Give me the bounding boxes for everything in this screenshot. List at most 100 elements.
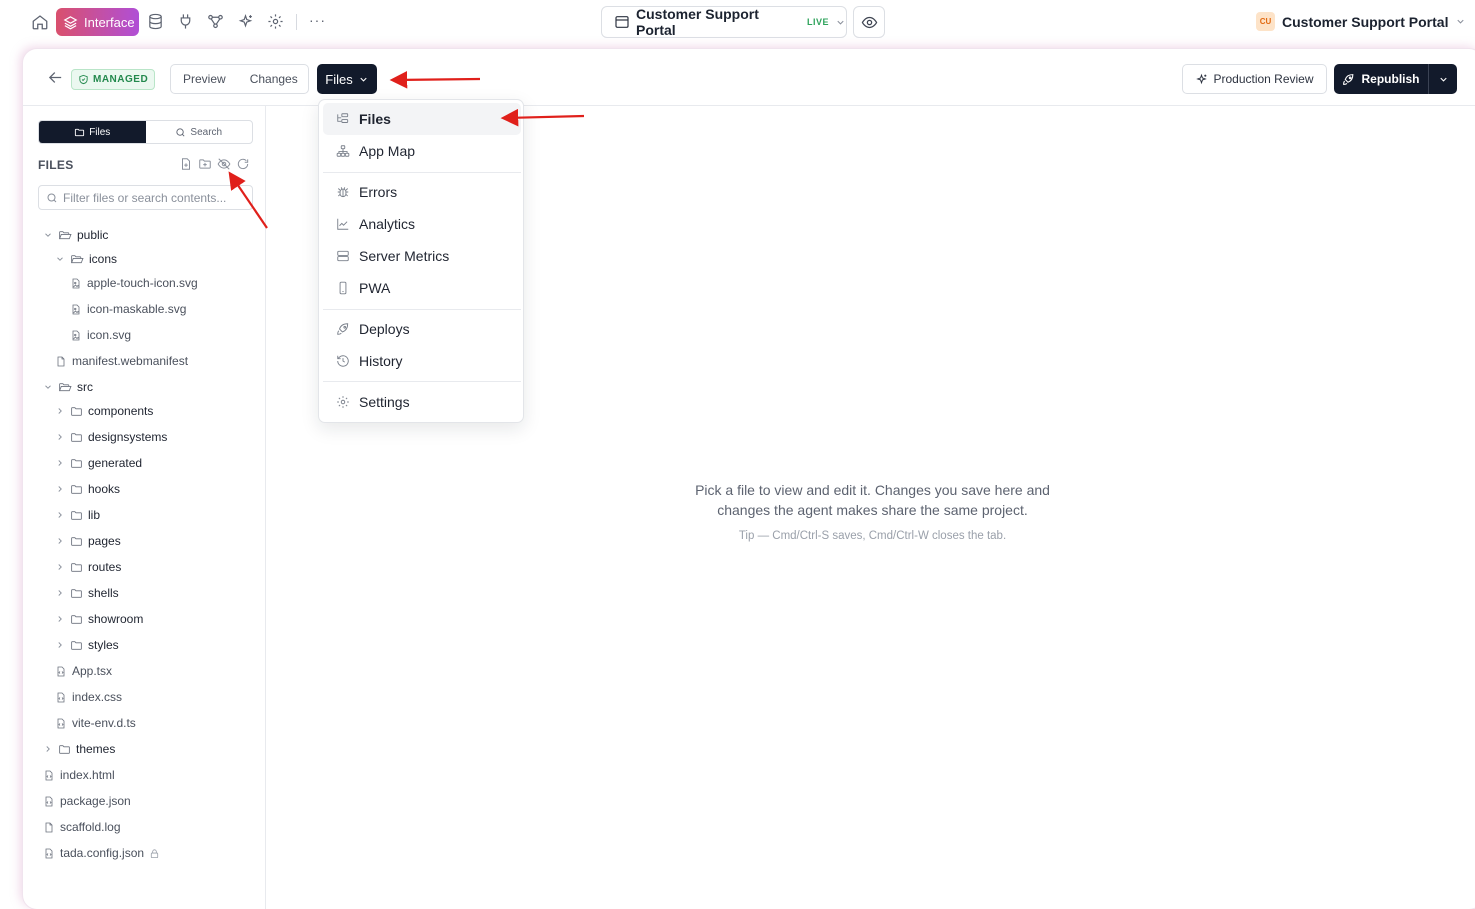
avatar: CU [1256,12,1275,31]
chevron-down-icon [43,230,53,240]
tree-item-label: index.css [72,690,123,704]
tab-files-label: Files [89,126,111,138]
tree-file[interactable]: tada.config.json [43,840,160,866]
search-icon [175,127,186,138]
tree-file[interactable]: scaffold.log [43,814,121,840]
folder-icon [70,587,83,600]
folder-open-icon [58,229,72,242]
interface-button[interactable]: Interface [56,8,139,36]
tree-file[interactable]: icon.svg [70,322,131,348]
gear-icon[interactable] [267,13,285,31]
account-switcher[interactable]: CU Customer Support Portal [1256,12,1466,31]
plug-icon[interactable] [177,13,195,31]
tree-item-label: scaffold.log [60,820,121,834]
tree-item-label: icon-maskable.svg [87,302,187,316]
tree-file[interactable]: index.html [43,762,115,788]
republish-options-button[interactable] [1429,74,1457,85]
tree-file[interactable]: package.json [43,788,131,814]
tree-folder-generated[interactable]: generated [55,450,142,476]
tree-folder-lib[interactable]: lib [55,502,100,528]
tree-item-label: themes [76,742,116,756]
menu-item-label: Settings [359,394,410,410]
tree-item-label: manifest.webmanifest [72,354,189,368]
tree-file[interactable]: App.tsx [55,658,112,684]
tree-folder-hooks[interactable]: hooks [55,476,120,502]
tree-item-label: apple-touch-icon.svg [87,276,198,290]
more-menu-button[interactable]: ··· [309,12,326,28]
folder-icon [70,457,83,470]
menu-item-server-metrics[interactable]: Server Metrics [323,240,521,272]
tree-folder-components[interactable]: components [55,398,153,424]
chevron-down-icon [835,17,846,28]
preview-eye-button[interactable] [853,6,885,38]
image-file-icon [70,277,82,290]
tree-file[interactable]: index.css [55,684,122,710]
workspace-panel: MANAGED Preview Changes Files Production… [23,49,1475,909]
back-arrow-icon[interactable] [47,69,64,86]
tree-folder-pages[interactable]: pages [55,528,121,554]
menu-item-label: Analytics [359,216,416,232]
files-dropdown-button[interactable]: Files [317,64,377,94]
tree-folder-src[interactable]: src [43,374,93,400]
chevron-right-icon [55,614,65,624]
new-file-icon[interactable] [179,157,193,171]
tree-item-label: hooks [88,482,121,496]
refresh-icon[interactable] [236,157,250,171]
home-icon[interactable] [31,13,49,31]
tree-file[interactable]: apple-touch-icon.svg [70,270,198,296]
project-selector[interactable]: Customer Support Portal LIVE [601,6,847,38]
preview-tab[interactable]: Preview [183,72,226,86]
server-icon [336,249,350,263]
republish-button[interactable]: Republish [1334,64,1429,94]
sparkles-icon[interactable] [237,13,255,31]
tree-folder-designsystems[interactable]: designsystems [55,424,167,450]
tree-folder-showroom[interactable]: showroom [55,606,143,632]
tab-search[interactable]: Search [146,121,253,143]
files-heading: FILES [38,158,74,172]
menu-item-history[interactable]: History [323,345,521,377]
tab-files[interactable]: Files [39,121,146,143]
menu-divider [323,309,521,310]
code-file-icon [43,847,55,860]
menu-item-label: PWA [359,280,391,296]
code-file-icon [43,795,55,808]
tree-item-label: pages [88,534,121,548]
database-icon[interactable] [147,13,165,31]
tree-file[interactable]: manifest.webmanifest [55,348,188,374]
smartphone-icon [336,281,350,295]
folder-icon [70,509,83,522]
menu-item-analytics[interactable]: Analytics [323,208,521,240]
code-file-icon [55,691,67,704]
tree-folder-icons[interactable]: icons [55,246,117,272]
file-sidebar: Files Search FILES Filter files or searc… [23,106,266,909]
history-icon [336,354,350,368]
chevron-down-icon [1438,74,1449,85]
tree-file[interactable]: icon-maskable.svg [70,296,186,322]
menu-item-deploys[interactable]: Deploys [323,313,521,345]
menu-item-pwa[interactable]: PWA [323,272,521,304]
tree-item-label: lib [88,508,101,522]
tree-folder-themes[interactable]: themes [43,736,115,762]
new-folder-icon[interactable] [198,157,212,171]
tree-folder-styles[interactable]: styles [55,632,119,658]
production-review-button[interactable]: Production Review [1182,64,1327,94]
file-filter-input[interactable] [63,190,243,205]
tree-file[interactable]: vite-env.d.ts [55,710,136,736]
tree-folder-shells[interactable]: shells [55,580,119,606]
menu-item-errors[interactable]: Errors [323,176,521,208]
workflow-icon[interactable] [207,13,225,31]
menu-item-label: Errors [359,184,398,200]
tree-folder-public[interactable]: public [43,222,108,248]
menu-item-settings[interactable]: Settings [323,386,521,418]
menu-item-app-map[interactable]: App Map [323,135,521,167]
hide-hidden-files-icon[interactable] [217,157,231,171]
tree-item-label: public [77,228,109,242]
menu-item-files[interactable]: Files [323,103,521,135]
tree-folder-routes[interactable]: routes [55,554,121,580]
top-bar: Interface ··· Customer Support Portal LI… [0,0,1475,44]
folder-icon [70,639,83,652]
changes-tab[interactable]: Changes [250,72,298,86]
chevron-right-icon [55,536,65,546]
rocket-icon [1342,73,1355,86]
tree-item-label: components [88,404,154,418]
